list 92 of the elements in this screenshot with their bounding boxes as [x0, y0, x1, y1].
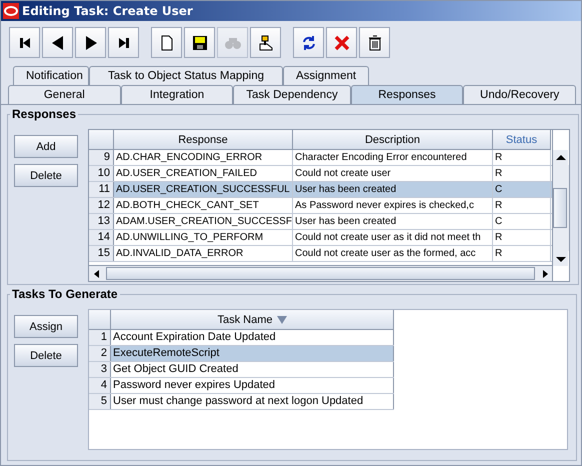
table-row[interactable]: 3 Get Object GUID Created [89, 362, 394, 378]
table-cell: R [493, 230, 551, 245]
table-cell: AD.INVALID_DATA_ERROR [114, 246, 293, 261]
table-cell: AD.CHAR_ENCODING_ERROR [114, 150, 293, 165]
tab[interactable]: Integration [120, 85, 234, 104]
pushpin-icon [256, 34, 274, 52]
table-row[interactable]: 9 AD.CHAR_ENCODING_ERROR Character Encoding Error encountered R [89, 150, 552, 166]
cancel-button[interactable] [326, 27, 357, 58]
window-title: Editing Task: Create User [22, 4, 193, 18]
table-cell: Could not create user as it did not meet th [293, 230, 493, 245]
scroll-right-icon[interactable] [540, 270, 548, 278]
column-header[interactable]: Status [493, 130, 551, 150]
table-cell: C [493, 214, 551, 229]
row-number: 13 [89, 214, 114, 229]
table-cell: User has been created [293, 182, 493, 197]
table-row[interactable]: 15 AD.INVALID_DATA_ERROR Could not create user as the formed, acc R [89, 246, 552, 262]
table-row[interactable]: 1 Account Expiration Date Updated [89, 330, 394, 346]
tab[interactable]: Assignment [283, 66, 369, 85]
close-icon [332, 34, 350, 52]
pin-button[interactable] [250, 27, 281, 58]
row-number: 5 [89, 394, 111, 409]
column-header[interactable]: Task Name [111, 310, 394, 330]
table-cell: Character Encoding Error encountered [293, 150, 493, 165]
tab[interactable]: Task to Object Status Mapping [89, 66, 283, 85]
action-button[interactable]: Add [14, 135, 78, 158]
action-button[interactable]: Delete [14, 344, 78, 367]
table-cell: Could not create user [293, 166, 493, 181]
table-row[interactable]: 14 AD.UNWILLING_TO_PERFORM Could not create user as it did not meet th R [89, 230, 552, 246]
refresh-button[interactable] [293, 27, 324, 58]
table-cell: ExecuteRemoteScript [111, 346, 394, 361]
table-cell: AD.UNWILLING_TO_PERFORM [114, 230, 293, 245]
table-row[interactable]: 5 User must change password at next logon Updated [89, 394, 394, 410]
table-row[interactable]: 11 AD.USER_CREATION_SUCCESSFUL User has been created C [89, 182, 552, 198]
scroll-down-icon[interactable] [556, 254, 566, 262]
table-cell: User must change password at next logon Updated [111, 394, 394, 409]
table-row[interactable]: 10 AD.USER_CREATION_FAILED Could not create user R [89, 166, 552, 182]
scroll-thumb[interactable] [106, 267, 535, 280]
oval-logo-icon [3, 3, 19, 19]
row-number: 2 [89, 346, 111, 361]
first-button[interactable] [9, 27, 40, 58]
tab[interactable]: Responses [350, 85, 464, 104]
table-cell: Account Expiration Date Updated [111, 330, 394, 345]
save-icon [190, 34, 208, 52]
last-button[interactable] [108, 27, 139, 58]
scroll-left-icon[interactable] [92, 270, 100, 278]
scroll-up-icon[interactable] [556, 154, 566, 162]
table-cell: C [493, 182, 551, 197]
table-cell: R [493, 166, 551, 181]
delete-button[interactable] [359, 27, 390, 58]
row-number: 1 [89, 330, 111, 345]
table-cell: R [493, 246, 551, 261]
row-number: 10 [89, 166, 114, 181]
table-row[interactable]: 4 Password never expires Updated [89, 378, 394, 394]
table-row[interactable]: 2 ExecuteRemoteScript [89, 346, 394, 362]
table-cell: Password never expires Updated [111, 378, 394, 393]
row-number: 11 [89, 182, 114, 197]
header-cell [89, 310, 111, 330]
row-number: 14 [89, 230, 114, 245]
column-header[interactable]: Description [293, 130, 493, 150]
scroll-thumb[interactable] [553, 188, 567, 228]
table-cell: AD.USER_CREATION_FAILED [114, 166, 293, 181]
horizontal-scrollbar[interactable] [89, 265, 552, 281]
tab[interactable]: Notification [13, 66, 89, 85]
action-button[interactable]: Delete [14, 164, 78, 187]
table-cell: As Password never expires is checked,c [293, 198, 493, 213]
table-cell: AD.BOTH_CHECK_CANT_SET [114, 198, 293, 213]
vertical-scrollbar[interactable] [552, 130, 569, 281]
table-cell: R [493, 198, 551, 213]
table-row[interactable]: 12 AD.BOTH_CHECK_CANT_SET As Password never expires is checked,c R [89, 198, 552, 214]
tab[interactable]: Undo/Recovery [463, 85, 576, 104]
next-button[interactable] [75, 27, 106, 58]
row-number: 15 [89, 246, 114, 261]
group-title: Tasks To Generate [11, 287, 119, 301]
previous-button[interactable] [42, 27, 73, 58]
table-cell: Get Object GUID Created [111, 362, 394, 377]
tab[interactable]: General [8, 85, 121, 104]
table-cell: ADAM.USER_CREATION_SUCCESSF [114, 214, 293, 229]
row-number: 9 [89, 150, 114, 165]
action-button[interactable]: Assign [14, 315, 78, 338]
table-row[interactable]: 13 ADAM.USER_CREATION_SUCCESSF User has been created C [89, 214, 552, 230]
row-number: 12 [89, 198, 114, 213]
row-number: 3 [89, 362, 111, 377]
table-cell: User has been created [293, 214, 493, 229]
tab[interactable]: Task Dependency [233, 85, 351, 104]
group-title: Responses [11, 107, 78, 121]
row-number: 4 [89, 378, 111, 393]
table-cell: R [493, 150, 551, 165]
save-button[interactable] [184, 27, 215, 58]
table-cell: Could not create user as the formed, acc [293, 246, 493, 261]
new-button[interactable] [151, 27, 182, 58]
column-header[interactable]: Response [114, 130, 293, 150]
table-cell: AD.USER_CREATION_SUCCESSFUL [114, 182, 293, 197]
